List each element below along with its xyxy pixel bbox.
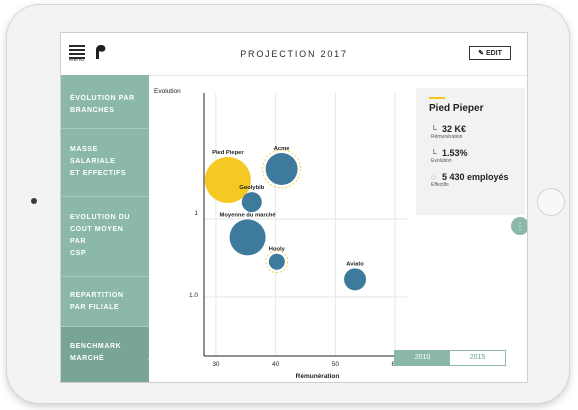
- sidebar-item-masse-salariale[interactable]: MASSE SALARIALE ET EFFECTIFS: [61, 129, 149, 197]
- year-2010-button[interactable]: 2010: [395, 351, 450, 365]
- sidebar-item-label: BENCHMARK: [70, 343, 122, 350]
- bubble-label: Aviato: [346, 261, 364, 267]
- chart-area: Evolution304050601.01RémunérationPied Pi…: [149, 75, 415, 382]
- bubble-label: Pied Pieper: [212, 150, 244, 156]
- circle-icon: ◌: [431, 173, 436, 182]
- x-axis-label: Rémunération: [296, 373, 340, 380]
- year-2015-button[interactable]: 2015: [450, 351, 505, 365]
- bubble-goolybib[interactable]: [241, 192, 262, 213]
- axis-icon: └: [431, 125, 437, 134]
- card-accent: [429, 97, 445, 99]
- sidebar-item-label: ÉVOLUTION PAR: [70, 95, 135, 102]
- stat-label: Rémunération: [431, 134, 463, 140]
- sidebar-item-label: PAR FILIALE: [70, 304, 120, 311]
- bubble-label: Hooly: [269, 247, 286, 253]
- sidebar: ÉVOLUTION PAR BRANCHES MASSE SALARIALE E…: [61, 75, 154, 382]
- sidebar-item-label: EVOLUTION DU: [70, 214, 131, 221]
- pencil-icon: ✎: [478, 50, 484, 57]
- sidebar-item-label: PAR: [70, 238, 87, 245]
- bubble-aviato[interactable]: [344, 268, 367, 291]
- y-tick-label: 1.0: [189, 292, 198, 299]
- y-tick-label: 1: [194, 210, 198, 217]
- bubble-label: Acme: [274, 146, 291, 152]
- sidebar-item-benchmark-marche[interactable]: BENCHMARK MARCHÉ: [61, 327, 154, 382]
- hamburger-icon: [69, 45, 85, 47]
- edit-label: EDIT: [485, 49, 502, 57]
- stat-label: Effectifs: [431, 182, 449, 188]
- bubble-hooly[interactable]: [268, 253, 285, 270]
- x-tick-label: 30: [212, 361, 220, 368]
- vertical-dots-icon: ⋮: [515, 221, 525, 231]
- y-axis-label: Evolution: [154, 88, 181, 95]
- home-button[interactable]: [537, 188, 565, 216]
- sidebar-item-label: REPARTITION: [70, 292, 124, 299]
- sidebar-item-label: CSP: [70, 250, 87, 257]
- card-title: Pied Pieper: [429, 103, 484, 114]
- stat-label: Evolution: [431, 158, 452, 164]
- x-tick-label: 40: [272, 361, 280, 368]
- top-bar: MENU PROJECTION 2017 ✎ EDIT: [61, 33, 527, 76]
- page-title: PROJECTION 2017: [240, 49, 348, 59]
- sidebar-item-evolution-branches[interactable]: ÉVOLUTION PAR BRANCHES: [61, 75, 149, 129]
- sidebar-item-repartition-filiale[interactable]: REPARTITION PAR FILIALE: [61, 277, 149, 327]
- sidebar-item-label: SALARIALE: [70, 158, 116, 165]
- bubble-label: Goolybib: [239, 185, 265, 191]
- stat-effectifs: ◌ 5 430 employés Effectifs: [431, 172, 521, 188]
- bubble-chart: Evolution304050601.01RémunérationPied Pi…: [154, 88, 407, 380]
- edit-button[interactable]: ✎ EDIT: [469, 46, 511, 60]
- stat-value: 5 430 employés: [442, 172, 509, 182]
- camera: [31, 198, 37, 204]
- sidebar-item-label: MASSE: [70, 146, 98, 153]
- axis-icon: └: [431, 149, 437, 158]
- sidebar-item-label: COUT MOYEN: [70, 226, 124, 233]
- stat-remuneration: └ 32 K€ Rémunération: [431, 124, 466, 140]
- bubble-acme[interactable]: [265, 153, 298, 185]
- sidebar-item-label: ET EFFECTIFS: [70, 170, 127, 177]
- company-card: Pied Pieper └ 32 K€ Rémunération └ 1.53%…: [416, 88, 525, 215]
- x-tick-label: 50: [332, 361, 340, 368]
- sidebar-item-label: BRANCHES: [70, 107, 115, 114]
- bubble-moyenne-du-marché[interactable]: [229, 219, 266, 256]
- bubble-label: Moyenne du marché: [220, 212, 277, 218]
- sidebar-item-label: MARCHÉ: [70, 355, 105, 362]
- stat-evolution: └ 1.53% Evolution: [431, 148, 468, 164]
- more-options-button[interactable]: ⋮: [511, 217, 527, 235]
- tablet-frame: MENU PROJECTION 2017 ✎ EDIT ÉVOLUTION PA…: [6, 4, 570, 404]
- sidebar-item-cout-moyen[interactable]: EVOLUTION DU COUT MOYEN PAR CSP: [61, 197, 149, 277]
- year-toggle: 2010 2015: [394, 350, 506, 366]
- app-screen: MENU PROJECTION 2017 ✎ EDIT ÉVOLUTION PA…: [60, 32, 528, 383]
